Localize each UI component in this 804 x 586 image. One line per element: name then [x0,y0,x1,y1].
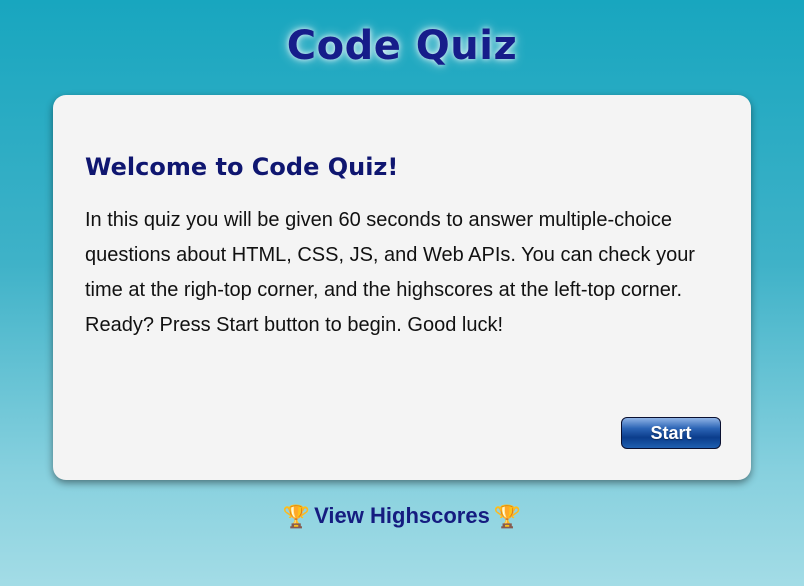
trophy-icon: 🏆 [493,505,522,530]
welcome-description: In this quiz you will be given 60 second… [85,209,695,336]
welcome-card: Welcome to Code Quiz! In this quiz you w… [53,95,751,480]
view-highscores-label: View Highscores [314,503,490,528]
app-title: Code Quiz [286,23,518,69]
start-button[interactable]: Start [621,417,721,449]
view-highscores-link[interactable]: 🏆 View Highscores 🏆 [0,500,804,534]
trophy-icon: 🏆 [282,505,311,530]
welcome-heading: Welcome to Code Quiz! [85,153,399,181]
